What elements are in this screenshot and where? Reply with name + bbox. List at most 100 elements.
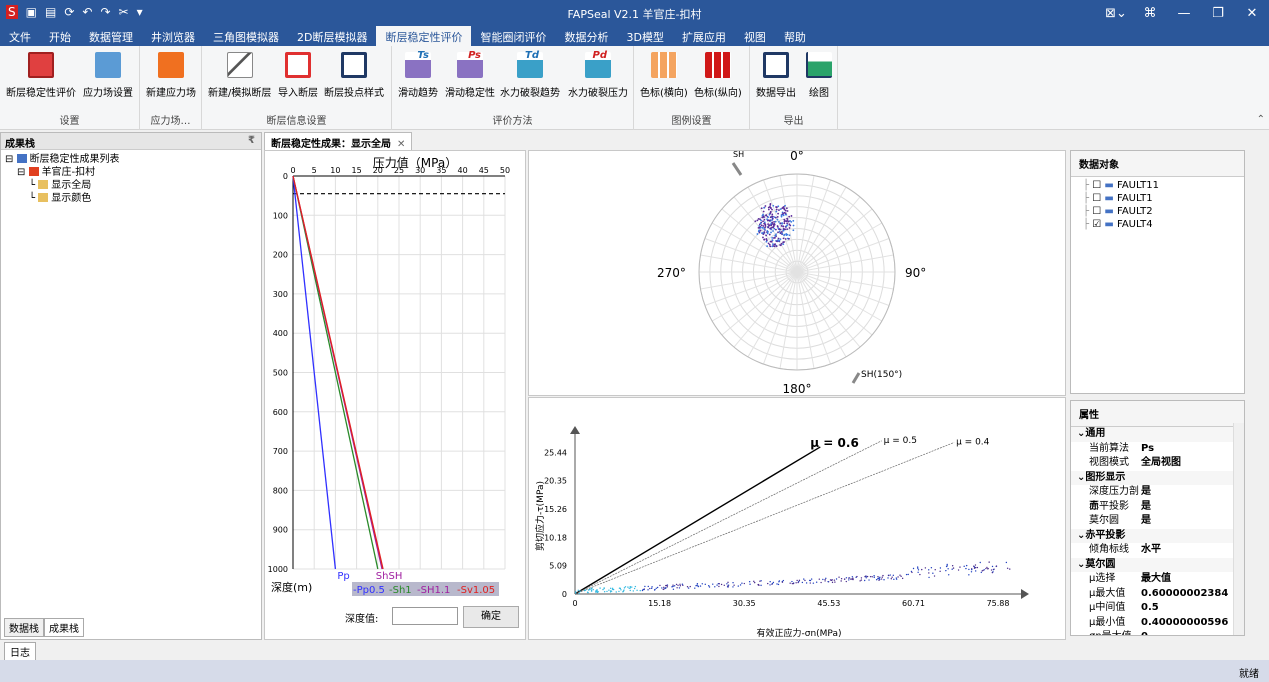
minimize-button[interactable]: — [1167, 0, 1201, 26]
plot-button[interactable]: 绘图 [806, 52, 832, 99]
outer-scrollbar[interactable] [1257, 132, 1269, 640]
slip-tendency-button[interactable]: Ts 滑动趋势 [398, 50, 438, 99]
pole-point [762, 210, 765, 213]
ribbon-group-legend: 色标(横向) 色标(纵向) 图例设置 [634, 46, 750, 130]
fault-point-style-button[interactable]: 断层投点样式 [324, 52, 384, 99]
menu-item[interactable]: 开始 [40, 26, 80, 46]
close-button[interactable]: ✕ [1235, 0, 1269, 26]
stress-field-settings-button[interactable]: 应力场设置 [83, 52, 133, 99]
maximize-button[interactable]: ❐ [1201, 0, 1235, 26]
confirm-button[interactable]: 确定 [463, 606, 519, 628]
new-fault-button[interactable]: 新建/模拟断层 [208, 52, 271, 99]
pp-end-label: Pp [337, 571, 349, 582]
property-row[interactable]: μ选择 最大值 [1071, 572, 1244, 587]
tree-item[interactable]: ⊟ 断层稳定性成果列表 [5, 153, 257, 166]
fault-stability-button[interactable]: 断层稳定性评价 [6, 52, 76, 99]
property-row[interactable]: 深度压力剖面是 [1071, 485, 1244, 512]
property-row[interactable]: 视图模式 全局视图 [1071, 456, 1244, 471]
property-row[interactable]: 莫尔圆 是 [1071, 514, 1244, 529]
mohr-point [676, 587, 678, 589]
menu-item[interactable]: 2D断层模拟器 [288, 26, 376, 46]
right-panel: 数据对象 ├ ☐ ▬ FAULT11 ├ ☐ ▬ FAULT1 ├ ☐ ▬ FAUL… [1070, 150, 1245, 636]
menu-item[interactable]: 井浏览器 [142, 26, 204, 46]
data-export-button[interactable]: 数据导出 [756, 52, 796, 99]
property-row[interactable]: 倾角标线 水平 [1071, 543, 1244, 558]
checkbox-icon[interactable]: ☐ [1092, 180, 1101, 191]
property-row[interactable]: 当前算法 Ps [1071, 442, 1244, 457]
property-row[interactable]: μ最大值 0.60000002384 [1071, 587, 1244, 602]
log-bar: 日志 [0, 642, 1269, 661]
data-object-item[interactable]: ├ ☐ ▬ FAULT11 [1083, 179, 1232, 192]
menu-item[interactable]: 帮助 [775, 26, 815, 46]
expand-icon[interactable]: ⌄ [1077, 427, 1085, 442]
data-object-item[interactable]: ├ ☑ ▬ FAULT4 [1083, 218, 1232, 231]
expand-icon[interactable]: ⌄ [1077, 529, 1085, 544]
collapse-ribbon-icon[interactable]: ⌃ [1257, 114, 1265, 125]
options-icon[interactable]: ⌘ [1133, 0, 1167, 26]
mohr-point [812, 582, 815, 584]
menu-item[interactable]: 3D模型 [617, 26, 672, 46]
property-row[interactable]: μ中间值 0.5 [1071, 601, 1244, 616]
tab-fault-stability-result[interactable]: 断层稳定性成果：显示全局 ✕ [264, 132, 413, 152]
new-stress-field-button[interactable]: 新建应力场 [146, 52, 196, 99]
property-section[interactable]: ⌄ 莫尔圆 [1071, 557, 1244, 572]
property-section[interactable]: ⌄ 图形显示 [1071, 470, 1244, 486]
menu-item[interactable]: 断层稳定性评价 [376, 26, 472, 46]
mohr-point [650, 587, 653, 590]
checkbox-icon[interactable]: ☐ [1092, 193, 1101, 204]
menu-item[interactable]: 数据分析 [555, 26, 617, 46]
property-key: μ最小值 [1089, 616, 1126, 628]
checkbox-icon[interactable]: ☐ [1092, 206, 1101, 217]
hydro-fracture-pressure-button[interactable]: Pd 水力破裂压力 [568, 50, 628, 99]
properties-scrollbar[interactable] [1233, 423, 1244, 635]
mohr-point [838, 576, 840, 578]
mohr-point [665, 587, 667, 589]
mohr-point [891, 576, 893, 578]
menu-item[interactable]: 扩展应用 [673, 26, 735, 46]
x-tick-label: 30 [415, 166, 425, 175]
menu-item[interactable]: 智能圈闭评价 [471, 26, 555, 46]
mohr-point [840, 578, 843, 580]
menu-item[interactable]: 文件 [0, 26, 40, 46]
hydro-fracture-tendency-button[interactable]: Td 水力破裂趋势 [500, 50, 560, 99]
menu-item[interactable]: 数据管理 [80, 26, 142, 46]
property-section[interactable]: ⌄ 赤平投影 [1071, 528, 1244, 544]
mohr-point [647, 585, 649, 588]
tree-line-icon: └ [29, 193, 39, 204]
color-bar-vertical-button[interactable]: 色标(纵向) [694, 52, 742, 99]
pin-icon[interactable]: ₹ [248, 135, 255, 146]
tree-item[interactable]: └ 显示全局 [5, 179, 257, 192]
account-icon[interactable]: ⊠⌄ [1099, 0, 1133, 26]
checkbox-icon[interactable]: ☑ [1092, 219, 1101, 230]
tree-item[interactable]: └ 显示颜色 [5, 192, 257, 205]
menu-item[interactable]: 三角图模拟器 [204, 26, 288, 46]
tree-item[interactable]: ⊟ 羊官庄-扣村 [5, 166, 257, 179]
color-bar-horizontal-button[interactable]: 色标(横向) [640, 52, 688, 99]
tab-log[interactable]: 日志 [4, 642, 36, 661]
tab-results-stack[interactable]: 成果栈 [44, 618, 84, 637]
property-row[interactable]: 赤平投影是 [1071, 500, 1244, 515]
tree-line-icon: ├ [1083, 193, 1093, 204]
mohr-point [696, 583, 699, 585]
property-row[interactable]: μ最小值 0.40000000596 [1071, 616, 1244, 631]
data-object-item[interactable]: ├ ☐ ▬ FAULT2 [1083, 205, 1232, 218]
close-tab-icon[interactable]: ✕ [397, 139, 405, 150]
pole-point [777, 205, 780, 208]
collapse-icon[interactable]: ⊟ [17, 167, 29, 178]
collapse-icon[interactable]: ⊟ [5, 154, 17, 165]
y-tick-label: 0 [562, 590, 567, 599]
property-section[interactable]: ⌄ 通用 [1071, 427, 1244, 442]
menu-item[interactable]: 视图 [735, 26, 775, 46]
data-objects-list: ├ ☐ ▬ FAULT11 ├ ☐ ▬ FAULT1 ├ ☐ ▬ FAULT2 ├ ☑… [1071, 177, 1244, 233]
mohr-point [743, 582, 746, 585]
property-row[interactable]: σn最大值0 [1071, 630, 1244, 635]
sh-label: SH [733, 151, 744, 159]
mohr-point [741, 582, 743, 584]
depth-value-input[interactable] [392, 607, 458, 625]
import-fault-button[interactable]: 导入断层 [278, 52, 318, 99]
tab-data-stack[interactable]: 数据栈 [4, 618, 44, 637]
slip-stability-button[interactable]: Ps 滑动稳定性 [445, 50, 495, 99]
mohr-point [733, 584, 735, 586]
expand-icon[interactable]: ⌄ [1077, 471, 1085, 486]
data-object-item[interactable]: ├ ☐ ▬ FAULT1 [1083, 192, 1232, 205]
